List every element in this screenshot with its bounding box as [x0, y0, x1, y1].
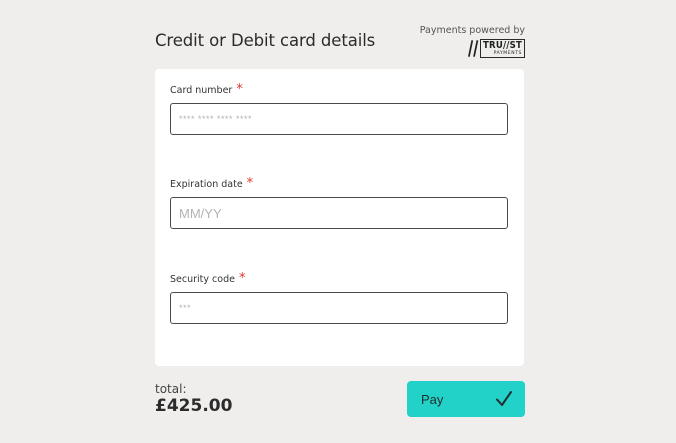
powered-by-text: Payments powered by — [419, 25, 525, 36]
logo-word: TRU//ST — [483, 40, 522, 51]
logo-sub: PAYMENTS — [493, 50, 522, 56]
required-indicator: * — [246, 176, 254, 191]
total-amount: £425.00 — [155, 396, 233, 416]
card-number-label-text: Card number — [170, 85, 233, 96]
logo-box: TRU//ST PAYMENTS — [480, 39, 525, 58]
card-number-input[interactable] — [170, 103, 508, 135]
security-code-label: Security code * — [170, 271, 246, 286]
expiration-date-label: Expiration date * — [170, 176, 254, 191]
card-number-label: Card number * — [170, 82, 243, 97]
required-indicator: * — [238, 271, 246, 286]
logo-slashes-icon — [468, 40, 479, 57]
required-indicator: * — [236, 82, 243, 97]
security-code-label-text: Security code — [170, 274, 235, 285]
powered-by: Payments powered by TRU//ST PAYMENTS — [415, 25, 525, 58]
trust-payments-logo: TRU//ST PAYMENTS — [468, 38, 525, 59]
expiration-date-label-text: Expiration date — [170, 179, 243, 190]
card-details-panel: Card number * Expiration date * Security… — [155, 69, 524, 366]
pay-button-label: Pay — [421, 391, 444, 407]
checkmark-icon — [496, 391, 512, 406]
pay-button[interactable]: Pay — [407, 381, 525, 417]
page-title: Credit or Debit card details — [155, 31, 376, 50]
expiration-date-input[interactable] — [170, 197, 508, 229]
security-code-input[interactable] — [170, 292, 508, 324]
total-label: total: — [155, 382, 187, 396]
